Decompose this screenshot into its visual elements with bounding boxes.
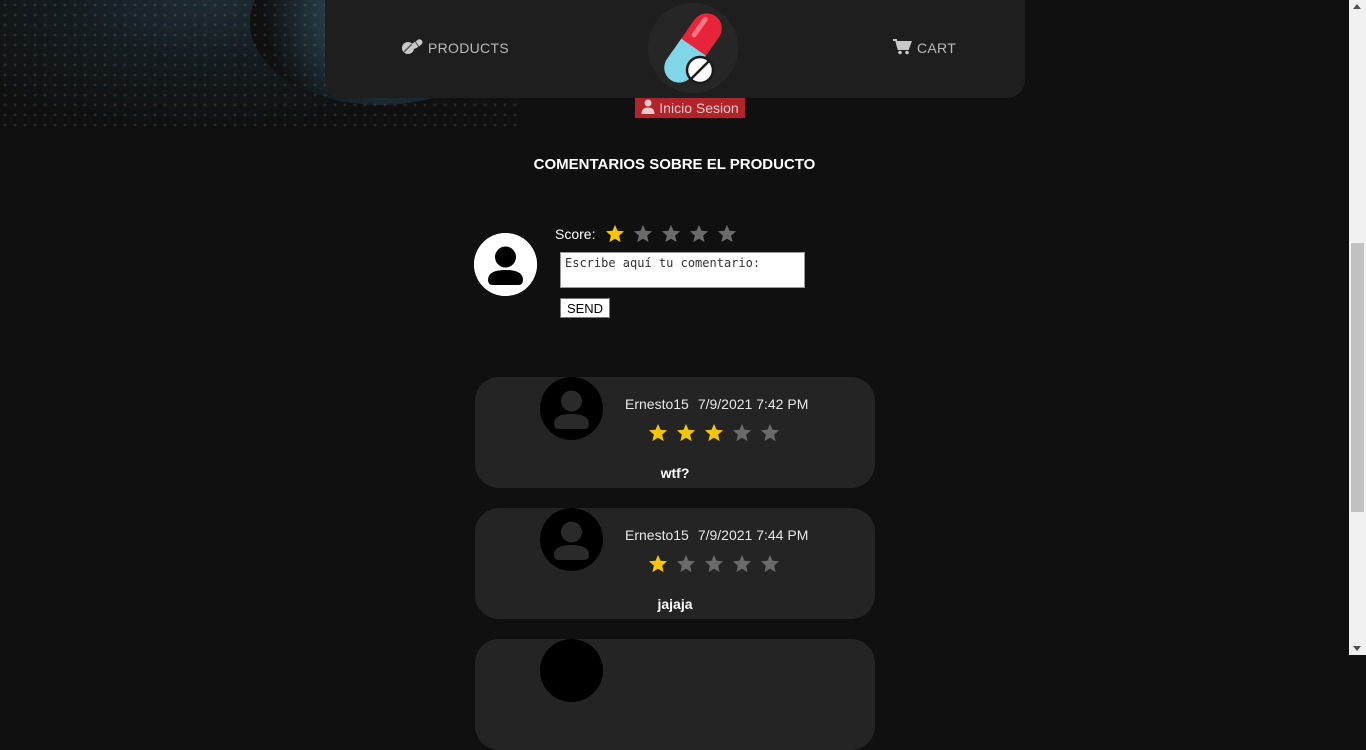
star-empty-icon bbox=[756, 554, 784, 574]
user-icon bbox=[641, 99, 655, 117]
comment-card-partial bbox=[475, 639, 875, 750]
star-filled-icon[interactable] bbox=[601, 224, 629, 244]
comment-rating bbox=[644, 554, 784, 574]
comment-input[interactable] bbox=[560, 252, 805, 288]
star-empty-icon bbox=[756, 423, 784, 443]
top-navbar: PRODUCTS CART bbox=[325, 0, 1025, 98]
pills-icon bbox=[401, 38, 423, 57]
comment-text: wtf? bbox=[660, 465, 690, 481]
score-stars bbox=[601, 224, 741, 244]
star-empty-icon bbox=[700, 554, 728, 574]
star-empty-icon[interactable] bbox=[713, 224, 741, 244]
star-filled-icon bbox=[672, 423, 700, 443]
star-empty-icon[interactable] bbox=[657, 224, 685, 244]
star-filled-icon bbox=[700, 423, 728, 443]
comment-meta: Ernesto15 7/9/2021 7:42 PM bbox=[625, 396, 808, 412]
star-empty-icon bbox=[728, 554, 756, 574]
comment-avatar bbox=[540, 377, 603, 440]
star-empty-icon bbox=[728, 423, 756, 443]
comment-meta: Ernesto15 7/9/2021 7:44 PM bbox=[625, 527, 808, 543]
send-button[interactable]: SEND bbox=[560, 298, 610, 318]
cart-icon bbox=[892, 38, 912, 58]
star-filled-icon bbox=[644, 554, 672, 574]
comment-card: Ernesto15 7/9/2021 7:44 PM jajaja bbox=[475, 508, 875, 619]
comment-date: 7/9/2021 7:42 PM bbox=[697, 396, 809, 412]
star-empty-icon[interactable] bbox=[685, 224, 713, 244]
score-rating-input: Score: bbox=[555, 224, 741, 244]
comment-rating bbox=[644, 423, 784, 443]
star-empty-icon[interactable] bbox=[629, 224, 657, 244]
comment-date: 7/9/2021 7:44 PM bbox=[697, 527, 809, 543]
nav-products-label: PRODUCTS bbox=[428, 39, 509, 56]
page-scrollbar[interactable] bbox=[1349, 0, 1366, 655]
star-empty-icon bbox=[672, 554, 700, 574]
scroll-up-arrow-icon[interactable] bbox=[1353, 4, 1361, 9]
comments-section-title: COMENTARIOS SOBRE EL PRODUCTO bbox=[533, 156, 816, 173]
current-user-avatar bbox=[474, 233, 537, 296]
comment-avatar bbox=[540, 639, 603, 702]
login-label: Inicio Sesion bbox=[659, 100, 739, 116]
comment-text: jajaja bbox=[657, 596, 693, 612]
comment-user: Ernesto15 bbox=[625, 527, 689, 543]
capsule-logo[interactable] bbox=[648, 3, 738, 93]
scroll-down-arrow-icon[interactable] bbox=[1353, 646, 1361, 651]
nav-cart-link[interactable]: CART bbox=[892, 38, 956, 58]
comment-avatar bbox=[540, 508, 603, 571]
login-button[interactable]: Inicio Sesion bbox=[635, 98, 745, 118]
scrollbar-thumb[interactable] bbox=[1351, 243, 1364, 512]
comment-card: Ernesto15 7/9/2021 7:42 PM wtf? bbox=[475, 377, 875, 488]
star-filled-icon bbox=[644, 423, 672, 443]
nav-cart-label: CART bbox=[917, 40, 957, 56]
comment-user: Ernesto15 bbox=[625, 396, 689, 412]
nav-products-link[interactable]: PRODUCTS bbox=[401, 38, 509, 57]
score-label: Score: bbox=[555, 226, 596, 242]
